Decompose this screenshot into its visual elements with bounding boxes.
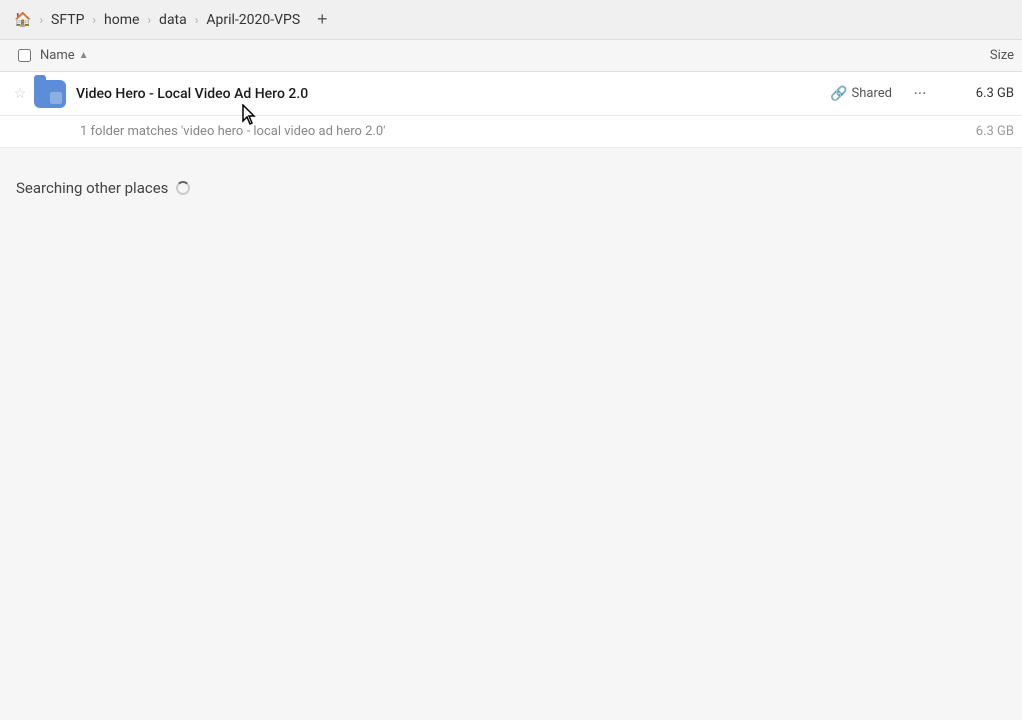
size-column-label: Size (990, 48, 1014, 63)
breadcrumb-home-label: home (104, 12, 139, 28)
star-icon[interactable]: ☆ (8, 86, 32, 102)
new-tab-button[interactable]: + (310, 8, 334, 32)
searching-spinner (176, 181, 190, 195)
folder-icon-overlay (50, 92, 62, 104)
select-all-input[interactable] (18, 49, 31, 62)
breadcrumb-sep-2: › (90, 13, 98, 27)
name-column-header[interactable]: Name ▲ (40, 48, 934, 63)
breadcrumb-sep-4: › (193, 13, 201, 27)
file-size: 6.3 GB (944, 86, 1014, 101)
match-text: 1 folder matches 'video hero - local vid… (80, 124, 944, 139)
home-icon: 🏠 (14, 12, 31, 28)
folder-icon-wrapper (32, 76, 68, 112)
breadcrumb-april[interactable]: April-2020-VPS (200, 9, 306, 31)
breadcrumb-sftp-label: SFTP (51, 12, 84, 28)
breadcrumb-april-label: April-2020-VPS (206, 12, 300, 28)
shared-badge: 🔗 Shared (830, 86, 892, 102)
breadcrumb-home[interactable]: 🏠 (8, 9, 37, 31)
breadcrumb-data[interactable]: data (153, 9, 193, 31)
more-menu-button[interactable]: ··· (904, 78, 936, 110)
size-column-header: Size (934, 48, 1014, 63)
shared-label: Shared (852, 86, 892, 101)
match-size: 6.3 GB (944, 124, 1014, 139)
breadcrumb-sftp[interactable]: SFTP (45, 9, 90, 31)
breadcrumb-bar: 🏠 › SFTP › home › data › April-2020-VPS … (0, 0, 1022, 40)
file-row[interactable]: ☆ Video Hero - Local Video Ad Hero 2.0 🔗… (0, 72, 1022, 116)
searching-label: Searching other places (16, 179, 168, 197)
breadcrumb-sep-3: › (145, 13, 153, 27)
breadcrumb-sep-1: › (37, 13, 45, 27)
file-name: Video Hero - Local Video Ad Hero 2.0 (76, 86, 830, 102)
link-icon: 🔗 (830, 86, 847, 102)
column-headers: Name ▲ Size (0, 40, 1022, 72)
match-info-row: 1 folder matches 'video hero - local vid… (0, 116, 1022, 148)
sort-arrow-icon: ▲ (79, 50, 89, 61)
folder-icon (34, 80, 66, 108)
select-all-checkbox[interactable] (8, 49, 40, 62)
searching-row: Searching other places (0, 164, 1022, 212)
breadcrumb-home-dir[interactable]: home (98, 9, 145, 31)
name-column-label: Name (40, 48, 75, 63)
breadcrumb-data-label: data (159, 12, 187, 28)
